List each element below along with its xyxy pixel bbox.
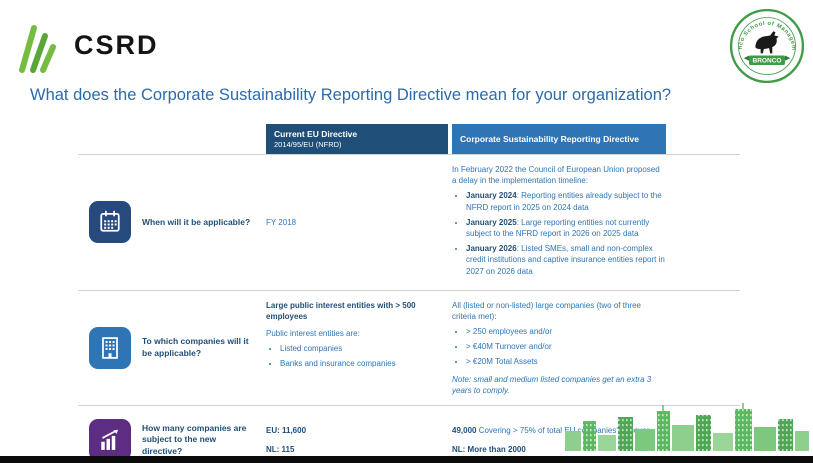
list-item: > €40M Turnover and/or (466, 341, 666, 352)
csrd-intro: In February 2022 the Council of European… (452, 165, 660, 186)
csrd-cell: In February 2022 the Council of European… (452, 164, 740, 281)
current-intro: Public interest entities are: (266, 329, 360, 339)
current-value: FY 2018 (266, 217, 297, 227)
csrd-timeline-list: January 2024: Reporting entities already… (466, 190, 666, 276)
current-list: Listed companies Banks and insurance com… (280, 343, 444, 369)
column-title: Corporate Sustainability Reporting Direc… (460, 133, 640, 144)
building-icon (89, 326, 131, 369)
bronco-seal-logo: Bronco School of Management BRONCO (727, 4, 805, 89)
column-title: Current EU Directive (274, 129, 358, 140)
slide-question: What does the Corporate Sustainability R… (30, 86, 672, 104)
list-item: Banks and insurance companies (280, 358, 444, 369)
csrd-criteria-list: > 250 employees and/or > €40M Turnover a… (466, 326, 666, 368)
footer-bar (0, 456, 813, 463)
table-row-which-companies: To which companies will it be applicable… (78, 289, 740, 405)
row-label: To which companies will it be applicable… (142, 336, 249, 358)
current-eu-count: EU: 11,600 (266, 426, 307, 436)
page-title: CSRD (74, 30, 159, 60)
table-header-row: Current EU Directive 2014/95/EU (NFRD) C… (78, 124, 740, 154)
current-directive-cell: FY 2018 (266, 217, 452, 228)
bar-chart-growth-icon (89, 419, 131, 461)
list-item: January 2024: Reporting entities already… (466, 190, 666, 212)
current-nl-count: NL: 115 (266, 444, 295, 454)
brand-logo-icon (12, 20, 58, 79)
list-item: > 250 employees and/or (466, 326, 666, 337)
current-lead: Large public interest entities with > 50… (266, 300, 416, 321)
column-header-csrd: Corporate Sustainability Reporting Direc… (452, 124, 666, 154)
list-item: Listed companies (280, 343, 444, 354)
row-label: How many companies are subject to the ne… (142, 422, 247, 456)
current-directive-cell: Large public interest entities with > 50… (266, 300, 452, 374)
table-row-when-applicable: When will it be applicable? FY 2018 In F… (78, 154, 740, 290)
city-skyline-graphic (561, 403, 813, 456)
csrd-cell: All (listed or non-listed) large compani… (452, 300, 740, 396)
list-item: > €20M Total Assets (466, 356, 666, 367)
slide: CSRD Bronco School of Management BRONCO … (0, 0, 813, 463)
seal-banner-text: BRONCO (752, 58, 781, 65)
row-label: When will it be applicable? (142, 216, 251, 227)
list-item: January 2026: Listed SMEs, small and non… (466, 243, 666, 277)
column-header-current-directive: Current EU Directive 2014/95/EU (NFRD) (266, 124, 448, 154)
list-item: January 2025: Large reporting entities n… (466, 217, 666, 239)
column-subtitle: 2014/95/EU (NFRD) (274, 139, 342, 149)
csrd-note: Note: small and medium listed companies … (452, 374, 652, 395)
calendar-icon (89, 201, 131, 244)
csrd-intro: All (listed or non-listed) large compani… (452, 300, 641, 321)
current-directive-cell: EU: 11,600 NL: 115 (266, 425, 452, 454)
